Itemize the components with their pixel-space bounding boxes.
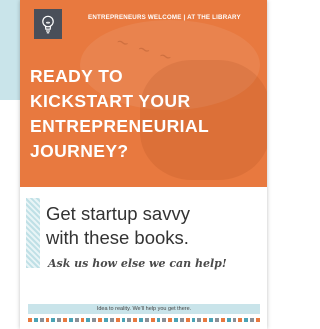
headline-line: JOURNEY?: [30, 141, 129, 161]
dash-segment: [92, 318, 97, 322]
subheading: Get startup savvy with these books.: [46, 202, 261, 250]
dash-segment: [250, 318, 254, 322]
striped-accent-bar: [26, 198, 40, 268]
dash-segment: [244, 318, 249, 322]
headline-line: ENTREPRENEURIAL: [30, 116, 210, 136]
dash-segment: [255, 318, 260, 322]
dash-segment: [39, 318, 44, 322]
lightbulb-icon: [34, 9, 62, 39]
dash-segment: [191, 318, 196, 322]
footer-text: Idea to reality. We'll help you get ther…: [96, 306, 192, 312]
dash-segment: [203, 318, 208, 322]
dash-segment: [144, 318, 149, 322]
subheading-line: Get startup savvy: [46, 203, 190, 224]
dash-segment: [28, 318, 32, 322]
dash-segment: [220, 318, 225, 322]
dash-segment: [185, 318, 190, 322]
dash-segment: [45, 318, 50, 322]
dash-segment: [68, 318, 73, 322]
dash-segment: [98, 318, 102, 322]
dash-segment: [63, 318, 67, 322]
dash-segment: [74, 318, 79, 322]
headline-line: KICKSTART YOUR: [30, 91, 191, 111]
dash-segment: [86, 318, 91, 322]
dash-segment: [168, 318, 173, 322]
headline: READY TO KICKSTART YOUR ENTREPRENEURIAL …: [30, 64, 255, 164]
dash-segment: [226, 318, 231, 322]
dash-segment: [103, 318, 108, 322]
dash-segment: [179, 318, 184, 322]
dash-segment: [121, 318, 126, 322]
dash-segment: [174, 318, 178, 322]
dash-segment: [215, 318, 219, 322]
dash-segment: [115, 318, 120, 322]
dash-segment: [33, 318, 38, 322]
header-tag: ENTREPRENEURS WELCOME | AT THE LIBRARY: [88, 14, 241, 21]
dash-segment: [209, 318, 213, 322]
decorative-dash-row: [28, 318, 260, 322]
dash-segment: [162, 318, 167, 322]
dash-segment: [133, 318, 138, 322]
dash-segment: [232, 318, 237, 322]
subheading-line: with these books.: [46, 227, 189, 248]
dash-segment: [156, 318, 161, 322]
dash-segment: [197, 318, 202, 322]
dash-segment: [51, 318, 56, 322]
footer-bar: Idea to reality. We'll help you get ther…: [28, 304, 260, 314]
dash-segment: [238, 318, 243, 322]
dash-segment: [109, 318, 114, 322]
dash-segment: [150, 318, 155, 322]
dash-segment: [127, 318, 132, 322]
dash-segment: [80, 318, 85, 322]
dash-segment: [57, 318, 62, 322]
script-callout: Ask us how else we can help!: [48, 257, 227, 270]
headline-line: READY TO: [30, 66, 123, 86]
dash-segment: [139, 318, 143, 322]
